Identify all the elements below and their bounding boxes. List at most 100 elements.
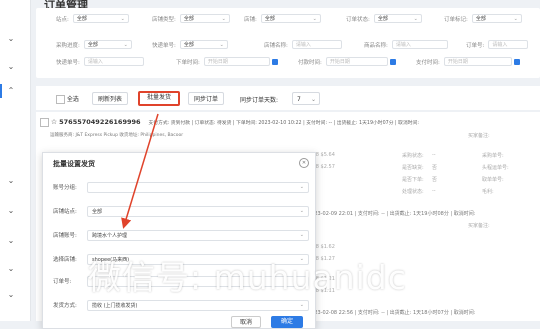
purchase-progress-select[interactable]: 全部 ⌄ bbox=[83, 40, 132, 49]
shop-select[interactable]: 全部 ⌄ bbox=[260, 14, 321, 23]
ship-method-select[interactable]: 揽收 (上门揽收发货) ⌄ bbox=[87, 299, 309, 311]
status-value: 否 bbox=[432, 177, 438, 183]
select-all-checkbox[interactable] bbox=[56, 95, 65, 104]
order-status-select[interactable]: 全部 ⌄ bbox=[373, 14, 422, 23]
refresh-list-button[interactable]: 刷新列表 bbox=[92, 92, 128, 105]
filter-order-mark[interactable]: 订单标记: 全部 ⌄ bbox=[444, 13, 522, 24]
filter-shop-name[interactable]: 店铺名称: 请输入 bbox=[264, 39, 342, 50]
filter-label: 订单标记: bbox=[444, 16, 468, 23]
star-icon[interactable]: ☆ bbox=[51, 118, 57, 126]
chevron-down-icon[interactable]: ⌄ bbox=[6, 206, 16, 216]
chevron-up-icon[interactable]: ⌃ bbox=[6, 86, 16, 96]
shop-account-select[interactable]: 跨境水个人护理 ⌄ bbox=[87, 229, 309, 241]
status-label: 处理状态: bbox=[402, 189, 424, 195]
order-mark-select[interactable]: 全部 ⌄ bbox=[471, 14, 522, 23]
sync-days-label: 同步订单天数: bbox=[240, 97, 279, 104]
filter-purchase-progress[interactable]: 采购进度: 全部 ⌄ bbox=[56, 39, 132, 50]
chevron-down-icon[interactable]: ⌄ bbox=[6, 236, 16, 246]
site-select[interactable]: 全部 ⌄ bbox=[72, 14, 129, 23]
order-time-input[interactable]: 开始日期 bbox=[203, 57, 270, 66]
filter-label: 商品名称: bbox=[364, 42, 388, 49]
paid-time-input[interactable]: 开始日期 bbox=[443, 57, 512, 66]
order-id[interactable]: 576557049226169996 bbox=[59, 118, 140, 126]
order-checkbox[interactable] bbox=[40, 118, 49, 127]
field-label: 订单号: bbox=[53, 279, 72, 285]
cancel-button[interactable]: 取消 bbox=[231, 316, 261, 328]
dialog-row-site: 店铺站点: 全部 ⌄ bbox=[53, 205, 309, 217]
dialog-row-account-group: 账号分组: ⌄ bbox=[53, 181, 309, 193]
status-value: -- bbox=[432, 188, 436, 194]
filter-order-status[interactable]: 订单状态: 全部 ⌄ bbox=[346, 13, 422, 24]
order-shipping-info: 运输服务商: J&T Express Pickup 收货地址: Philippi… bbox=[50, 133, 184, 138]
calendar-icon[interactable] bbox=[389, 58, 396, 65]
filter-shop-type[interactable]: 店铺类型: 全部 ⌄ bbox=[152, 13, 230, 24]
filter-order-no[interactable]: 订单号: 请输入 bbox=[466, 39, 529, 50]
confirm-button[interactable]: 确定 bbox=[271, 316, 303, 328]
order-meta: 支付方式: 货到付款 | 订单状态: 待发货 | 下单时间: 2023-02-1… bbox=[148, 121, 419, 126]
left-sidebar: ⌄ ⌄ ⌃ ⌄ ⌄ ⌄ ⌄ ⌄ bbox=[0, 0, 31, 321]
order-meta: 2023-02-09 22:01 | 支付时间: -- | 出货截止: 1天19… bbox=[308, 211, 476, 217]
order-no-input[interactable]: 请输入 bbox=[488, 40, 529, 49]
filter-tracking[interactable]: 快递单号: 全部 ⌄ bbox=[152, 39, 228, 50]
chevron-down-icon: ⌄ bbox=[299, 302, 304, 308]
status-label: 采购状态: bbox=[402, 153, 424, 159]
select-all[interactable]: 全选 bbox=[56, 94, 79, 104]
account-group-select[interactable]: ⌄ bbox=[87, 181, 309, 193]
sync-orders-button[interactable]: 同步订单 bbox=[188, 92, 224, 105]
pay-time-input[interactable]: 开始日期 bbox=[325, 57, 388, 66]
chevron-down-icon[interactable]: ⌄ bbox=[6, 290, 16, 300]
filter-site[interactable]: 站点: 全部 ⌄ bbox=[56, 13, 129, 24]
product-name-input[interactable]: 请输入 bbox=[391, 40, 448, 49]
right-col-label: 取单单号: bbox=[482, 177, 504, 183]
shop-type-select[interactable]: 全部 ⌄ bbox=[179, 14, 230, 23]
site-select[interactable]: 全部 ⌄ bbox=[87, 205, 309, 217]
tracking-select[interactable]: 全部 ⌄ bbox=[179, 40, 228, 49]
filter-label: 订单状态: bbox=[346, 16, 370, 23]
field-label: 店铺站点: bbox=[53, 209, 77, 215]
filter-label: 店铺: bbox=[244, 16, 257, 23]
filter-label: 支付时间: bbox=[416, 59, 440, 66]
order-header: ☆ 576557049226169996 支付方式: 货到付款 | 订单状态: … bbox=[40, 118, 419, 127]
filter-label: 店铺类型: bbox=[152, 16, 176, 23]
field-label: 店铺账号: bbox=[53, 233, 77, 239]
filter-pay-time[interactable]: 付款时间: 开始日期 bbox=[298, 56, 396, 67]
order-meta: 2023-02-08 22:56 | 支付时间: -- | 出货截止: 1天18… bbox=[308, 310, 476, 316]
dialog-row-ship-method: 发货方式: 揽收 (上门揽收发货) ⌄ bbox=[53, 299, 309, 311]
batch-ship-button[interactable]: 批量发货 bbox=[138, 91, 180, 106]
chevron-down-icon[interactable]: ⌄ bbox=[6, 264, 16, 274]
status-value: -- bbox=[432, 152, 436, 158]
dialog-title: 批量设置发货 bbox=[53, 160, 95, 168]
chevron-down-icon[interactable]: ⌄ bbox=[6, 62, 16, 72]
calendar-icon[interactable] bbox=[513, 58, 520, 65]
chevron-down-icon: ⌄ bbox=[299, 232, 304, 238]
close-icon[interactable]: ✕ bbox=[299, 158, 309, 168]
watermark: 微信号: muhuanidc bbox=[88, 258, 407, 297]
chevron-down-icon[interactable]: ⌄ bbox=[6, 34, 16, 44]
buyer-note: 买家备注: bbox=[468, 133, 490, 139]
filter-label: 采购进度: bbox=[56, 42, 80, 49]
batch-ship-dialog: 批量设置发货 ✕ 账号分组: ⌄ 店铺站点: 全部 ⌄ 店铺账号: 跨境水个人护理… bbox=[42, 152, 316, 329]
filter-label: 快递单号: bbox=[56, 59, 80, 66]
filter-product-name[interactable]: 商品名称: 请输入 bbox=[364, 39, 448, 50]
filter-paid-time[interactable]: 支付时间: 开始日期 bbox=[416, 56, 520, 67]
filter-label: 快递单号: bbox=[152, 42, 176, 49]
chevron-down-icon: ⌄ bbox=[310, 96, 316, 103]
status-label: 是否下单: bbox=[402, 177, 424, 183]
field-label: 选择店铺: bbox=[53, 257, 77, 263]
express-no-input[interactable]: 请输入 bbox=[83, 57, 144, 66]
calendar-icon[interactable] bbox=[271, 58, 278, 65]
filter-express-no[interactable]: 快递单号: 请输入 bbox=[56, 56, 144, 67]
sync-days-select[interactable]: 7 ⌄ bbox=[292, 92, 320, 105]
chevron-down-icon[interactable]: ⌄ bbox=[6, 176, 16, 186]
filter-label: 订单号: bbox=[466, 42, 485, 49]
field-label: 账号分组: bbox=[53, 185, 77, 191]
shop-name-input[interactable]: 请输入 bbox=[291, 40, 342, 49]
chevron-down-icon: ⌄ bbox=[299, 184, 304, 190]
right-col-label: 采购单号: bbox=[482, 153, 504, 159]
filter-shop[interactable]: 店铺: 全部 ⌄ bbox=[244, 13, 321, 24]
field-label: 发货方式: bbox=[53, 303, 77, 309]
operation-bar: 全选 刷新列表 批量发货 同步订单 同步订单天数: 7 ⌄ bbox=[36, 86, 540, 110]
right-col-label: 毛利: bbox=[482, 189, 494, 195]
filter-order-time[interactable]: 下单时间: 开始日期 bbox=[176, 56, 278, 67]
right-col-label: 头程运单号: bbox=[482, 165, 509, 171]
